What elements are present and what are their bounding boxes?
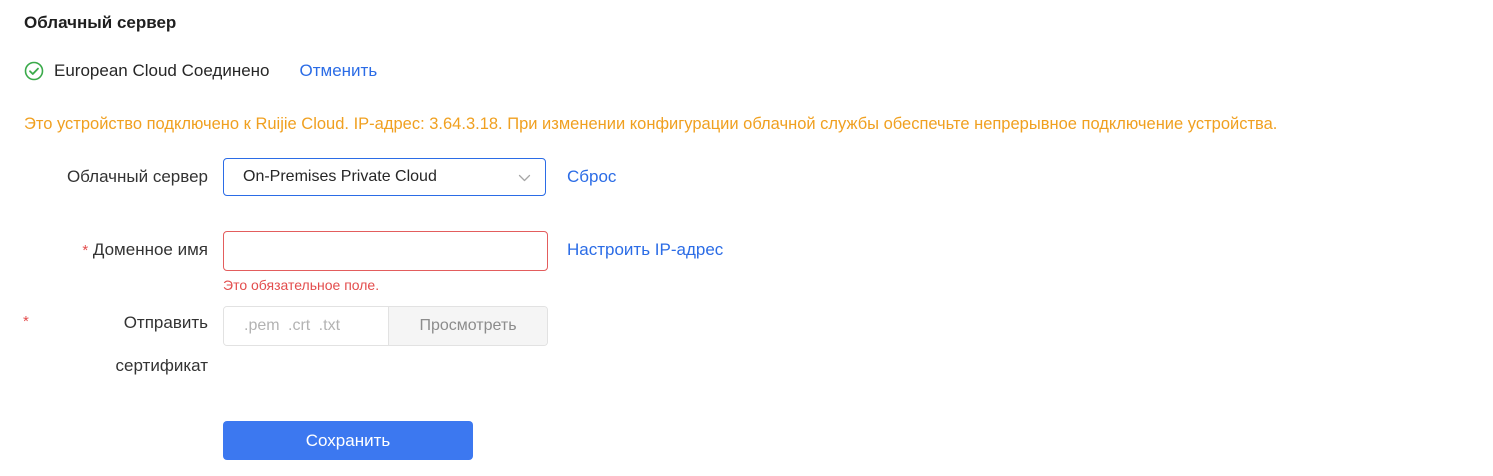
required-mark: * bbox=[82, 242, 89, 259]
certificate-file-field[interactable]: .pem .crt .txt bbox=[224, 307, 389, 345]
domain-input[interactable] bbox=[223, 231, 548, 271]
section-title: Облачный сервер bbox=[24, 13, 177, 32]
certificate-label-line1: Отправить bbox=[123, 313, 208, 332]
certificate-upload: .pem .crt .txt Просмотреть bbox=[223, 306, 548, 346]
reset-link[interactable]: Сброс bbox=[567, 166, 616, 188]
domain-label-text: Доменное имя bbox=[92, 240, 208, 259]
check-circle-icon bbox=[24, 61, 44, 81]
cloud-server-label: Облачный сервер bbox=[66, 167, 208, 186]
domain-label: * Доменное имя bbox=[23, 239, 208, 262]
connection-status: European Cloud Соединено Отменить bbox=[24, 60, 377, 82]
certificate-label-line2: сертификат bbox=[115, 356, 208, 375]
cancel-link[interactable]: Отменить bbox=[300, 60, 378, 82]
save-button[interactable]: Сохранить bbox=[223, 421, 473, 460]
cloud-server-selected-value: On-Premises Private Cloud bbox=[243, 168, 437, 185]
connection-status-text: European Cloud Соединено bbox=[54, 61, 270, 80]
domain-error-text: Это обязательное поле. bbox=[223, 277, 380, 293]
chevron-down-icon bbox=[518, 171, 531, 184]
cloud-server-select[interactable]: On-Premises Private Cloud bbox=[223, 158, 546, 196]
cloud-notice: Это устройство подключено к Ruijie Cloud… bbox=[24, 115, 1278, 133]
browse-button[interactable]: Просмотреть bbox=[389, 307, 547, 345]
configure-ip-link[interactable]: Настроить IP-адрес bbox=[567, 239, 723, 261]
